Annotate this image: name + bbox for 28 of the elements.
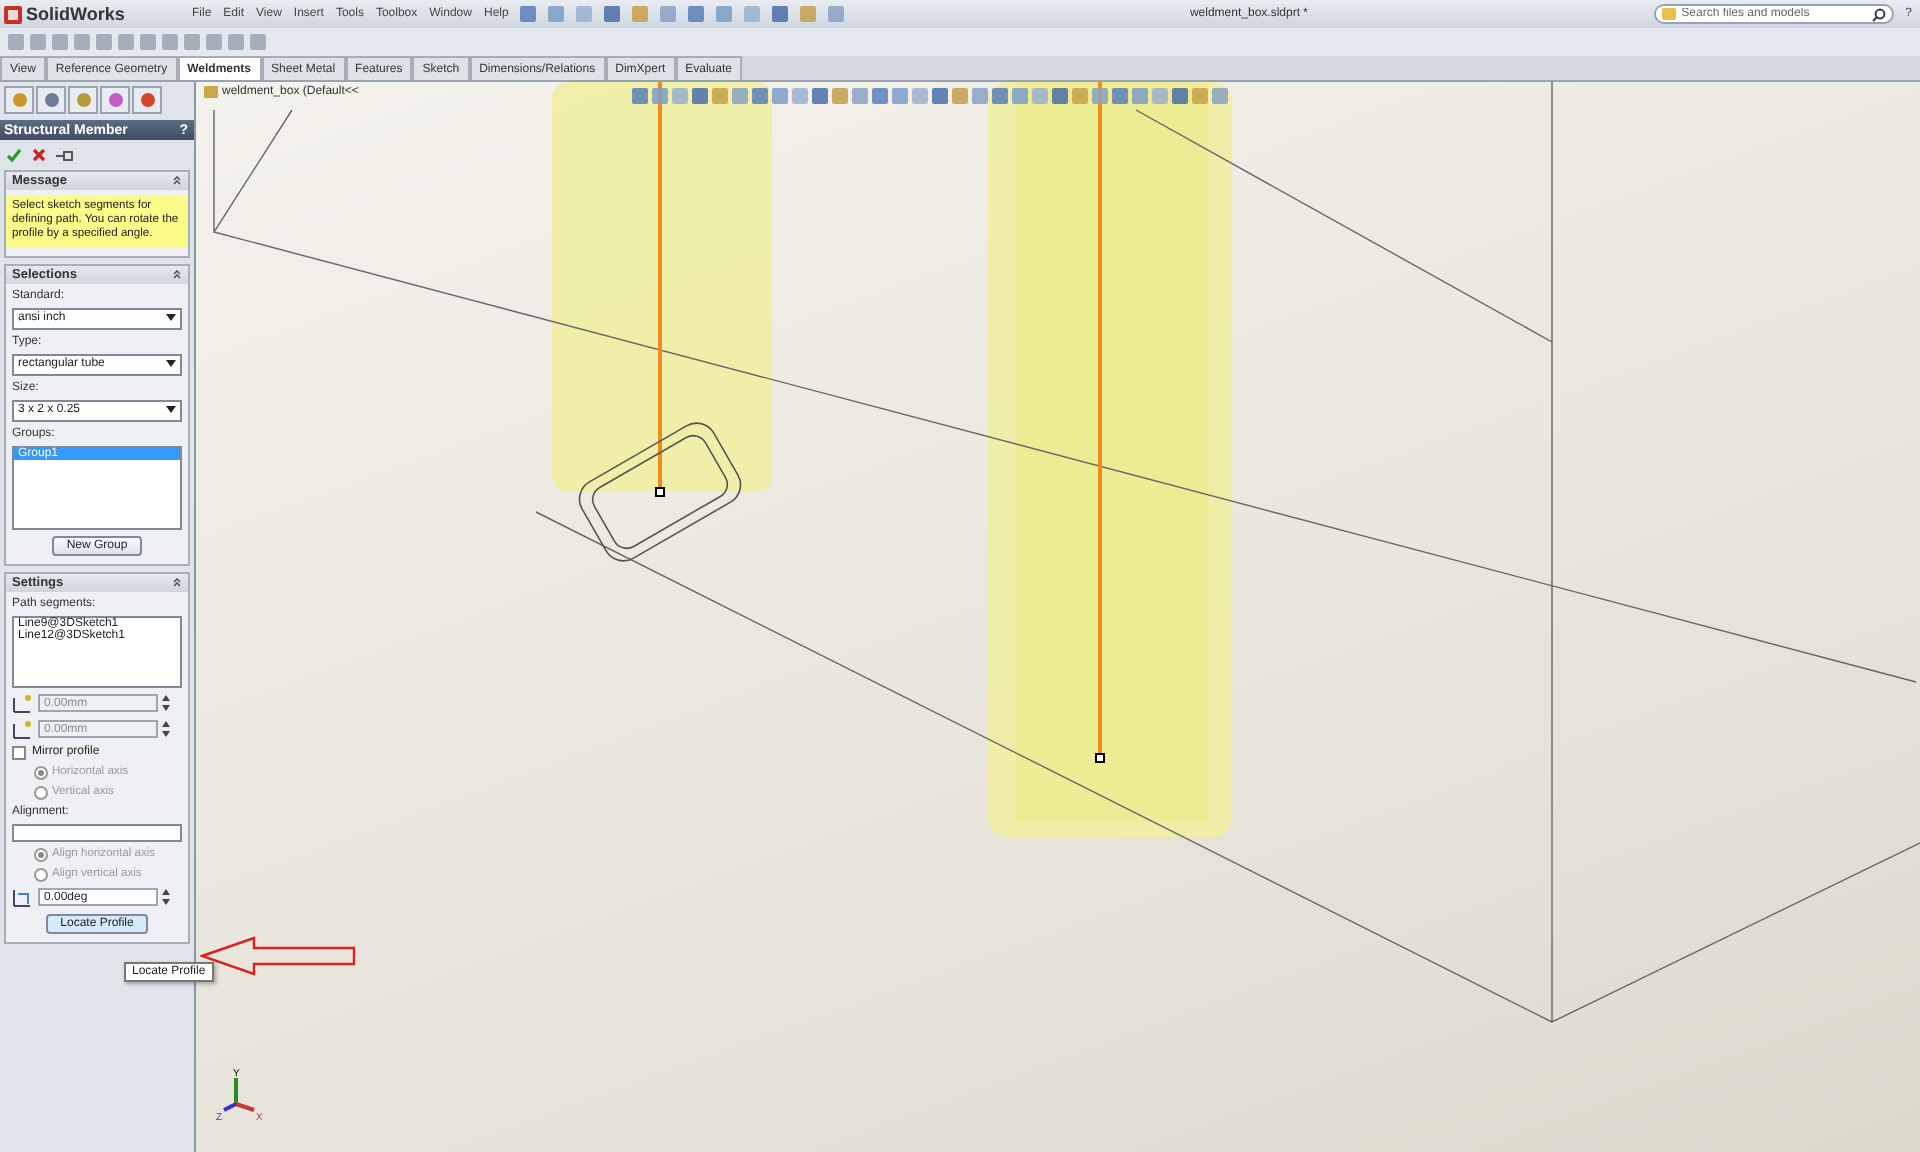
spinner-icon[interactable]	[162, 694, 170, 713]
close-icon[interactable]	[32, 148, 46, 162]
spinner-icon[interactable]	[162, 888, 170, 907]
logo-icon	[4, 5, 22, 23]
panel-tab-icon[interactable]	[68, 86, 98, 114]
collapse-icon[interactable]	[172, 176, 182, 186]
caret-icon	[166, 360, 176, 369]
panel-tab-icon[interactable]	[100, 86, 130, 114]
part-icon	[204, 86, 218, 98]
search-icon	[1871, 7, 1886, 21]
caret-icon	[166, 314, 176, 323]
panel-tab-icon[interactable]	[4, 86, 34, 114]
folder-icon	[1661, 8, 1676, 20]
check-icon[interactable]	[6, 148, 22, 162]
pin-icon[interactable]	[56, 149, 74, 161]
offset-icon	[12, 719, 34, 740]
angle-icon	[12, 887, 34, 908]
panel-tab-icon[interactable]	[36, 86, 66, 114]
alignment-field[interactable]	[12, 823, 182, 842]
spinner-icon[interactable]	[162, 720, 170, 739]
checkbox[interactable]	[12, 745, 26, 760]
panel-tab-icon[interactable]	[132, 86, 162, 114]
caret-icon	[166, 406, 176, 415]
offset-icon	[12, 693, 34, 714]
collapse-icon[interactable]	[172, 577, 182, 588]
collapse-icon[interactable]	[172, 269, 182, 280]
axis-triad-icon	[223, 1078, 255, 1112]
app-logo-text: SolidWorks	[26, 4, 125, 24]
